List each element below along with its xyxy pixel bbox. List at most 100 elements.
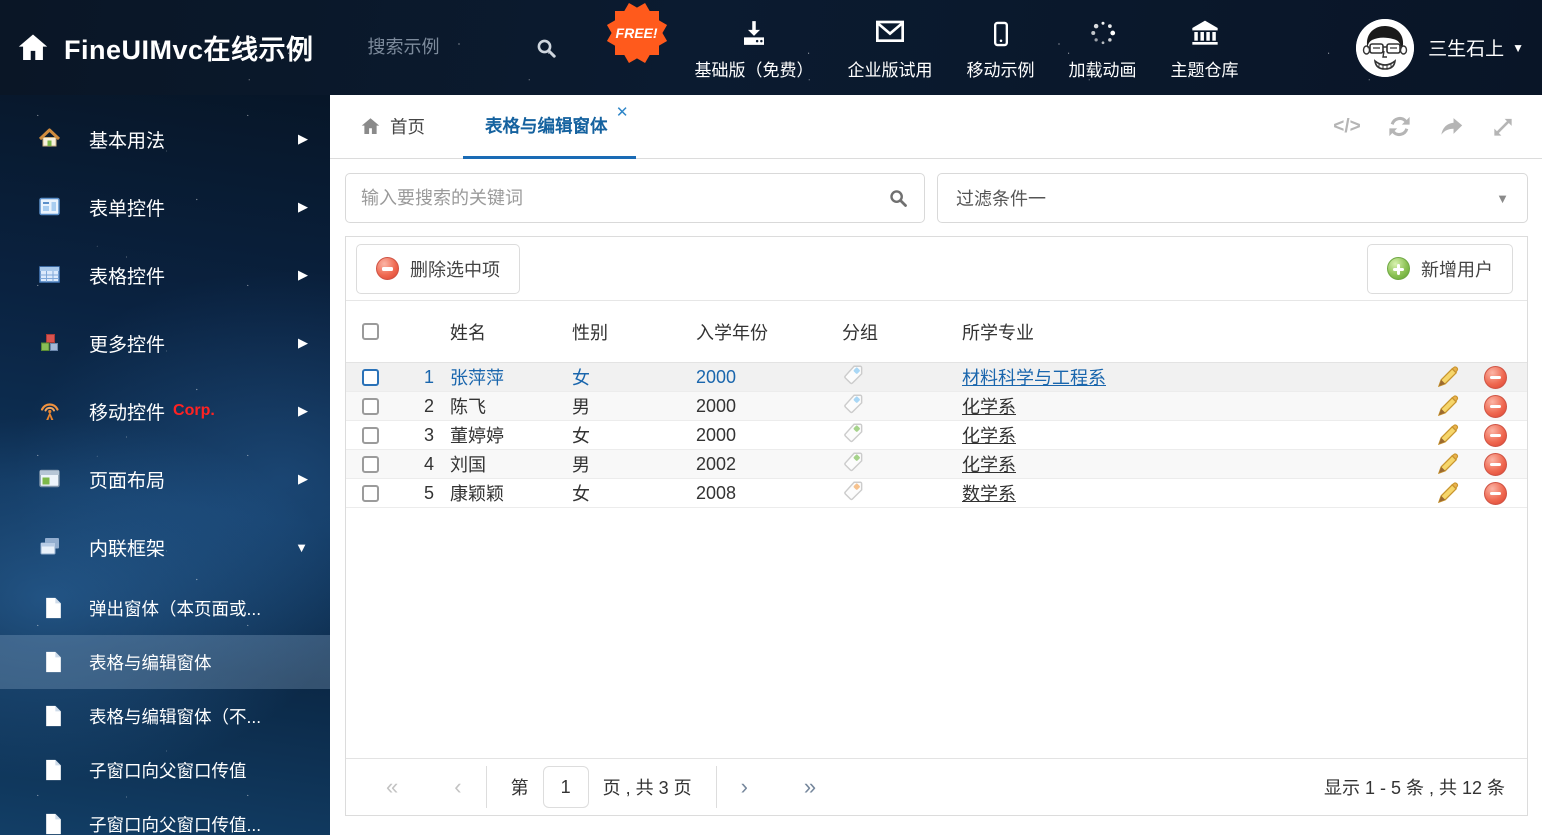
sidebar-items: 基本用法 ▶ 表单控件 ▶ 表格控件 ▶ 更多控件 ▶ 移动控件 Corp. ▶… (0, 105, 330, 581)
row-checkbox[interactable] (361, 455, 379, 473)
spinner-icon (1088, 14, 1118, 48)
edit-row-icon[interactable] (1436, 423, 1460, 447)
table-row[interactable]: 2 陈飞 男 2000 化学系 (346, 392, 1527, 421)
header-nav-item[interactable]: 主题仓库 (1171, 14, 1239, 81)
row-checkbox[interactable] (361, 368, 379, 386)
add-user-button[interactable]: 新增用户 (1367, 243, 1513, 294)
row-index: 2 (423, 395, 434, 416)
sidebar-item[interactable]: 表单控件 ▶ (0, 173, 330, 241)
chevron-right-icon: ▶ (298, 471, 308, 486)
header-nav-item[interactable]: 基础版（免费） (695, 14, 814, 81)
delete-row-icon[interactable] (1483, 423, 1507, 447)
share-icon[interactable] (1436, 112, 1466, 142)
group-tag-icon (842, 479, 865, 507)
major-link[interactable]: 数学系 (962, 484, 1016, 504)
row-checkbox[interactable] (361, 397, 379, 415)
col-group: 分组 (842, 322, 878, 343)
table-row[interactable]: 3 董婷婷 女 2000 化学系 (346, 421, 1527, 450)
last-page-icon[interactable]: » (804, 776, 816, 798)
col-gender: 性别 (572, 322, 608, 343)
col-name: 姓名 (450, 322, 486, 343)
table-row[interactable]: 5 康颖颖 女 2008 数学系 (346, 479, 1527, 508)
header-nav-item[interactable]: 移动示例 (967, 14, 1035, 81)
major-link[interactable]: 材料科学与工程系 (962, 368, 1106, 388)
header-search-input[interactable] (367, 37, 520, 58)
sidebar-subitem[interactable]: 表格与编辑窗体 (0, 635, 330, 689)
major-link[interactable]: 化学系 (962, 455, 1016, 475)
chevron-right-icon: ▶ (298, 267, 308, 282)
sidebar-subitem[interactable]: 子窗口向父窗口传值 (0, 743, 330, 797)
edit-row-icon[interactable] (1436, 452, 1460, 476)
delete-button-label: 删除选中项 (410, 259, 500, 280)
name-cell: 刘国 (450, 455, 486, 475)
sidebar-subitems: 弹出窗体（本页面或... 表格与编辑窗体 表格与编辑窗体（不... 子窗口向父窗… (0, 581, 330, 835)
app-title: FineUIMvc在线示例 (64, 35, 314, 65)
brand-home-icon[interactable] (16, 31, 50, 65)
file-icon (44, 651, 63, 673)
header-nav-item[interactable]: 企业版试用 (848, 14, 933, 81)
sidebar-item[interactable]: 移动控件 Corp. ▶ (0, 377, 330, 445)
sidebar-item[interactable]: 更多控件 ▶ (0, 309, 330, 377)
tab-home[interactable]: 首页 (360, 95, 425, 158)
sidebar-item[interactable]: 基本用法 ▶ (0, 105, 330, 173)
sidebar-item[interactable]: 页面布局 ▶ (0, 445, 330, 513)
prev-page-icon[interactable]: ‹ (454, 776, 461, 798)
table-row[interactable]: 1 张萍萍 女 2000 材料科学与工程系 (346, 363, 1527, 392)
expand-icon[interactable] (1488, 112, 1518, 142)
row-checkbox[interactable] (361, 484, 379, 502)
header-search-icon[interactable] (534, 36, 558, 60)
tab-grid-edit-window[interactable]: 表格与编辑窗体 ✕ (463, 95, 636, 159)
delete-selected-button[interactable]: 删除选中项 (356, 243, 520, 294)
row-checkbox[interactable] (361, 426, 379, 444)
sidebar-item[interactable]: 内联框架 ▼ (0, 513, 330, 581)
user-menu[interactable]: 三生石上 ▼ (1356, 18, 1524, 77)
sidebar-item[interactable]: 表格控件 ▶ (0, 241, 330, 309)
tab-active-label: 表格与编辑窗体 (485, 116, 608, 136)
sidebar-subitem[interactable]: 子窗口向父窗口传值... (0, 797, 330, 835)
delete-row-icon[interactable] (1483, 452, 1507, 476)
major-link[interactable]: 化学系 (962, 397, 1016, 417)
frames-icon (38, 535, 62, 559)
table-header-row: 姓名 性别 入学年份 分组 所学专业 (346, 301, 1527, 363)
first-page-icon[interactable]: « (386, 776, 398, 798)
filter-dropdown[interactable]: 过滤条件一 ▼ (937, 173, 1528, 223)
file-icon (44, 597, 63, 619)
delete-row-icon[interactable] (1483, 394, 1507, 418)
avatar[interactable] (1356, 18, 1415, 77)
group-tag-icon (842, 392, 865, 420)
gender-cell: 女 (572, 368, 590, 388)
edit-row-icon[interactable] (1436, 481, 1460, 505)
header-nav-item[interactable]: 加载动画 (1069, 14, 1137, 81)
tab-close-icon[interactable]: ✕ (616, 105, 629, 120)
sidebar-subitem[interactable]: 表格与编辑窗体（不... (0, 689, 330, 743)
keyword-search-input[interactable] (361, 187, 887, 209)
user-caret-icon: ▼ (1512, 40, 1524, 55)
group-tag-icon (842, 421, 865, 449)
keyword-search-icon[interactable] (887, 187, 909, 209)
name-cell: 陈飞 (450, 397, 486, 417)
group-tag-icon (842, 450, 865, 478)
file-icon (44, 705, 63, 727)
col-major: 所学专业 (962, 322, 1034, 343)
chevron-down-icon: ▼ (295, 539, 308, 555)
next-page-icon[interactable]: › (741, 776, 748, 798)
refresh-icon[interactable] (1384, 112, 1414, 142)
name-cell: 董婷婷 (450, 426, 504, 446)
tab-bar: 首页 表格与编辑窗体 ✕ </> (330, 95, 1542, 159)
page-number-input[interactable] (542, 766, 589, 808)
major-link[interactable]: 化学系 (962, 426, 1016, 446)
delete-row-icon[interactable] (1483, 365, 1507, 389)
sidebar-subitem[interactable]: 弹出窗体（本页面或... (0, 581, 330, 635)
table-row[interactable]: 4 刘国 男 2002 化学系 (346, 450, 1527, 479)
code-icon[interactable]: </> (1332, 112, 1362, 142)
edit-row-icon[interactable] (1436, 394, 1460, 418)
year-cell: 2000 (696, 366, 737, 387)
edit-row-icon[interactable] (1436, 365, 1460, 389)
delete-row-icon[interactable] (1483, 481, 1507, 505)
row-index: 1 (423, 366, 434, 387)
select-all-checkbox[interactable] (361, 323, 379, 340)
form-icon (38, 195, 62, 219)
table-empty-space (346, 508, 1527, 758)
gender-cell: 男 (572, 455, 590, 475)
col-year: 入学年份 (696, 322, 768, 343)
